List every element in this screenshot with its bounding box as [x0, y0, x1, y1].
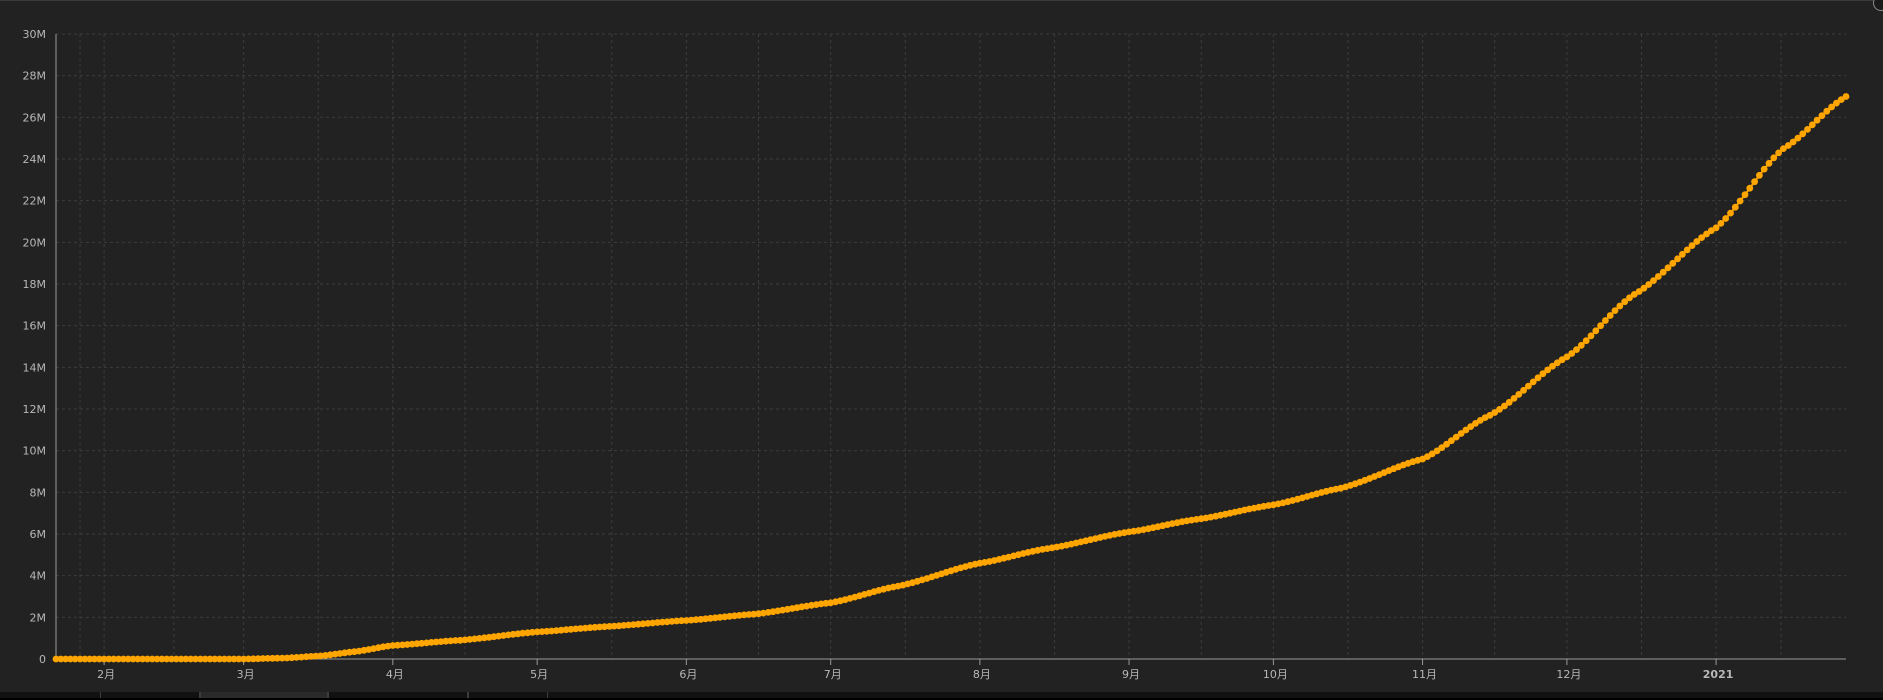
data-point — [1770, 154, 1778, 162]
data-point — [1741, 191, 1749, 199]
y-tick-label: 8M — [30, 486, 47, 499]
data-point — [1746, 184, 1754, 192]
y-tick-label: 0 — [39, 653, 46, 666]
data-point — [1727, 209, 1734, 217]
line-chart: 0 2M 4M 6M 8M 10M 12M 14M 16M 18M 20M 22M 24M 26M 28M 3… — [23, 28, 1850, 681]
y-tick-label: 20M — [23, 236, 47, 249]
data-point — [1587, 332, 1595, 340]
y-tick-label: 12M — [23, 403, 47, 416]
x-tick-label: 9月 — [1122, 668, 1140, 681]
data-point — [1592, 327, 1600, 335]
data-point — [1582, 337, 1590, 345]
data-point — [1842, 93, 1850, 100]
y-tick-label: 6M — [30, 528, 47, 541]
data-point — [1756, 171, 1763, 179]
series-line — [56, 95, 1847, 660]
series-layer — [52, 93, 1850, 663]
y-tick-label: 18M — [23, 278, 47, 291]
bottom-tab[interactable] — [468, 692, 548, 698]
data-point — [1736, 197, 1744, 205]
x-tick-label: 6月 — [679, 668, 697, 681]
x-tick-label: 11月 — [1412, 668, 1437, 681]
data-point — [1606, 312, 1614, 319]
x-tick-label: 4月 — [386, 668, 404, 681]
x-tick-label: 2021 — [1703, 668, 1734, 681]
data-point — [1751, 178, 1758, 186]
x-tick-label: 7月 — [824, 668, 842, 681]
bottom-tab[interactable] — [328, 692, 468, 698]
data-point — [1602, 317, 1609, 324]
y-tick-label: 16M — [23, 320, 47, 333]
data-point — [1760, 165, 1768, 173]
bottom-tab-active[interactable] — [200, 692, 328, 698]
data-point — [1722, 215, 1730, 222]
data-point — [1731, 203, 1739, 211]
y-tick-label: 24M — [23, 153, 47, 166]
y-tick-label: 30M — [23, 28, 47, 41]
x-tick-label: 8月 — [973, 668, 991, 681]
x-tick-label: 10月 — [1263, 668, 1288, 681]
y-tick-label: 26M — [23, 111, 47, 124]
x-tick-label: 5月 — [530, 668, 548, 681]
y-tick-label: 10M — [23, 445, 47, 458]
y-tick-label: 4M — [30, 570, 47, 583]
y-tick-label: 2M — [30, 611, 47, 624]
x-tick-label: 2月 — [97, 668, 115, 681]
x-tick-label: 12月 — [1556, 668, 1581, 681]
data-point — [1717, 220, 1725, 227]
y-tick-label: 22M — [23, 195, 47, 208]
data-point — [1765, 159, 1773, 167]
y-tick-label: 14M — [23, 361, 47, 374]
data-point — [1597, 322, 1604, 330]
y-tick-label: 28M — [23, 70, 47, 83]
x-tick-label: 3月 — [237, 668, 255, 681]
chart-panel: 0 2M 4M 6M 8M 10M 12M 14M 16M 18M 20M 22M 24M 26M 28M 3… — [0, 0, 1883, 694]
bottom-tab[interactable] — [100, 692, 200, 698]
